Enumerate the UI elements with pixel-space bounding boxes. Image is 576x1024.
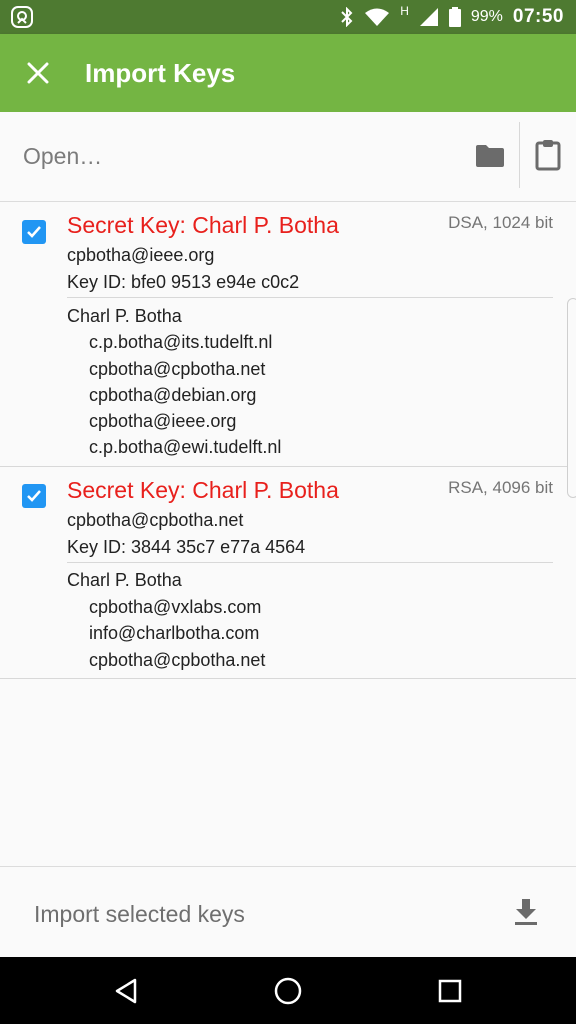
check-icon: [27, 490, 41, 502]
check-icon: [27, 226, 41, 238]
page-title: Import Keys: [85, 58, 236, 88]
network-type: H: [400, 4, 409, 18]
battery-icon: [448, 7, 461, 27]
import-button-label: Import selected keys: [34, 901, 245, 927]
open-folder-button[interactable]: [470, 136, 510, 176]
divider: [67, 297, 553, 298]
clipboard-icon: [535, 140, 561, 171]
divider: [67, 562, 553, 563]
key-list-item[interactable]: Secret Key: Charl P. Botha DSA, 1024 bit…: [0, 202, 576, 467]
key-checkbox[interactable]: [22, 220, 46, 244]
bluetooth-icon: [341, 7, 353, 27]
close-button[interactable]: [20, 55, 56, 91]
download-icon: [515, 899, 537, 925]
key-list-item[interactable]: Secret Key: Charl P. Botha RSA, 4096 bit…: [0, 467, 576, 679]
open-file-row: Open…: [0, 112, 576, 202]
fast-scroll-handle[interactable]: [567, 298, 576, 498]
user-id: cpbotha@cpbotha.net: [89, 650, 266, 670]
recents-icon: [438, 979, 462, 1003]
home-button[interactable]: [272, 975, 304, 1007]
key-checkbox[interactable]: [22, 484, 46, 508]
paste-clipboard-button[interactable]: [528, 135, 568, 175]
status-bar: H 99% 07:50: [0, 0, 576, 34]
user-id: cpbotha@ieee.org: [89, 411, 237, 431]
user-id: c.p.botha@ewi.tudelft.nl: [89, 437, 282, 457]
key-algorithm: RSA, 4096 bit: [448, 478, 553, 497]
key-title: Secret Key: Charl P. Botha: [67, 477, 339, 503]
user-id: info@charlbotha.com: [89, 623, 260, 643]
recents-button[interactable]: [434, 975, 466, 1007]
open-file-field[interactable]: Open…: [23, 143, 102, 170]
folder-icon: [476, 145, 504, 167]
user-id: c.p.botha@its.tudelft.nl: [89, 332, 273, 352]
key-title: Secret Key: Charl P. Botha: [67, 212, 339, 238]
key-id: Key ID: 3844 35c7 e77a 4564: [67, 537, 306, 557]
navigation-bar: [0, 957, 576, 1024]
battery-percentage: 99%: [470, 8, 503, 25]
user-name: Charl P. Botha: [67, 306, 182, 326]
back-button[interactable]: [110, 975, 142, 1007]
app-notification-icon: [11, 6, 33, 28]
home-icon: [274, 977, 302, 1005]
user-name: Charl P. Botha: [67, 570, 182, 590]
user-id: cpbotha@cpbotha.net: [89, 359, 266, 379]
key-algorithm: DSA, 1024 bit: [448, 213, 553, 232]
clock: 07:50: [512, 6, 564, 27]
key-id: Key ID: bfe0 9513 e94e c0c2: [67, 272, 300, 292]
key-email: cpbotha@ieee.org: [67, 245, 215, 265]
close-icon: [27, 62, 49, 84]
key-email: cpbotha@cpbotha.net: [67, 510, 244, 530]
vertical-divider: [519, 122, 520, 188]
import-selected-keys-button[interactable]: Import selected keys: [0, 866, 576, 957]
user-id: cpbotha@debian.org: [89, 385, 257, 405]
wifi-icon: [365, 8, 390, 26]
app-bar: Import Keys: [0, 34, 576, 112]
signal-icon: [419, 8, 438, 26]
user-id: cpbotha@vxlabs.com: [89, 597, 262, 617]
back-icon: [115, 978, 137, 1004]
